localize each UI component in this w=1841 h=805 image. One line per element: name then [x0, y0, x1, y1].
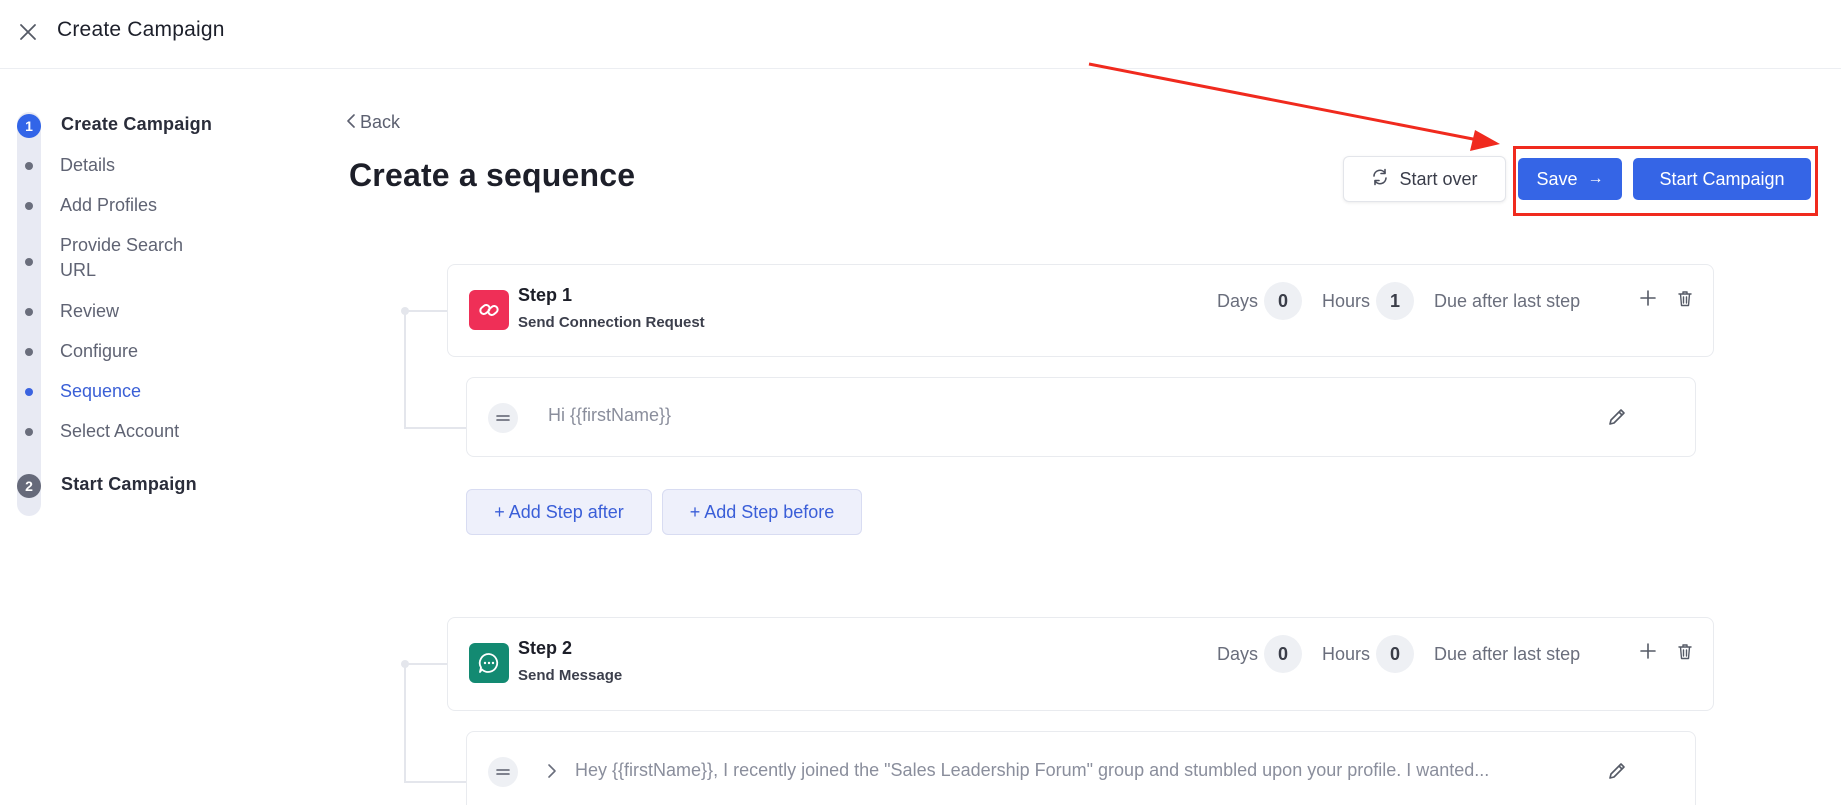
- back-label: Back: [360, 112, 401, 132]
- stepper-dot: [25, 428, 33, 436]
- step-timing: Days 0 Hours 1 Due after last step: [1217, 282, 1580, 320]
- tree-connector: [404, 663, 448, 665]
- message-card-1[interactable]: Hi {{firstName}}: [466, 377, 1696, 457]
- step-title: Step 2: [518, 638, 573, 658]
- stepper-number-1: 1: [17, 114, 41, 138]
- close-icon[interactable]: [14, 18, 42, 46]
- sidebar-item-sequence[interactable]: Sequence: [60, 379, 240, 404]
- days-value[interactable]: 0: [1264, 635, 1303, 673]
- add-step-before-button[interactable]: + Add Step before: [662, 489, 862, 535]
- chevron-left-icon: [346, 112, 356, 133]
- hours-value[interactable]: 0: [1376, 635, 1415, 673]
- tree-connector: [404, 664, 406, 782]
- sidebar-item-add-profiles[interactable]: Add Profiles: [60, 193, 240, 218]
- plus-icon[interactable]: [1635, 638, 1661, 664]
- stepper-number-2: 2: [17, 474, 41, 498]
- plus-icon[interactable]: [1635, 285, 1661, 311]
- step-title: Step 1: [518, 285, 573, 305]
- pencil-icon[interactable]: [1603, 757, 1631, 785]
- hours-label: Hours: [1322, 643, 1371, 664]
- stepper-dot-current: [25, 388, 33, 396]
- link-icon: [469, 290, 509, 330]
- stepper-dot: [25, 202, 33, 210]
- step-action: Send Connection Request: [518, 314, 705, 331]
- add-step-after-button[interactable]: + Add Step after: [466, 489, 652, 535]
- trash-icon[interactable]: [1672, 638, 1698, 664]
- stepper-dot: [25, 348, 33, 356]
- refresh-icon: [1371, 168, 1389, 191]
- hours-label: Hours: [1322, 290, 1371, 311]
- stepper-section-create-campaign: Create Campaign: [61, 114, 213, 134]
- sidebar-item-select-account[interactable]: Select Account: [60, 419, 240, 444]
- top-bar: Create Campaign: [0, 0, 1841, 69]
- due-label: Due after last step: [1434, 643, 1581, 664]
- stepper-dot: [25, 308, 33, 316]
- stepper-dot: [25, 258, 33, 266]
- stepper-dot: [25, 162, 33, 170]
- tree-connector: [404, 310, 448, 312]
- page-title: Create a sequence: [349, 157, 636, 193]
- tree-node: [401, 307, 409, 315]
- pencil-icon[interactable]: [1603, 403, 1631, 431]
- step-action: Send Message: [518, 667, 623, 684]
- annotation-highlight-box: [1513, 146, 1818, 216]
- chevron-right-icon[interactable]: [547, 763, 561, 779]
- drag-handle-icon[interactable]: [488, 403, 518, 433]
- hours-value[interactable]: 1: [1376, 282, 1415, 320]
- trash-icon[interactable]: [1672, 285, 1698, 311]
- step-card-2: Step 2 Send Message Days 0 Hours 0 Due a…: [447, 617, 1714, 711]
- drag-handle-icon[interactable]: [488, 757, 518, 787]
- sidebar-item-provide-search-url[interactable]: Provide Search URL: [60, 233, 210, 283]
- page-header-title: Create Campaign: [57, 18, 225, 41]
- due-label: Due after last step: [1434, 290, 1581, 311]
- start-over-button[interactable]: Start over: [1343, 156, 1506, 202]
- step-card-1: Step 1 Send Connection Request Days 0 Ho…: [447, 264, 1714, 357]
- stepper-section-start-campaign: Start Campaign: [61, 474, 197, 494]
- days-label: Days: [1217, 643, 1259, 664]
- sidebar-item-configure[interactable]: Configure: [60, 339, 240, 364]
- tree-connector: [404, 781, 466, 783]
- sidebar-item-review[interactable]: Review: [60, 299, 240, 324]
- message-preview: Hey {{firstName}}, I recently joined the…: [575, 760, 1490, 780]
- days-label: Days: [1217, 290, 1259, 311]
- tree-connector: [404, 311, 406, 428]
- sidebar-item-details[interactable]: Details: [60, 153, 240, 178]
- tree-connector: [404, 427, 466, 429]
- tree-node: [401, 660, 409, 668]
- step-timing: Days 0 Hours 0 Due after last step: [1217, 635, 1580, 673]
- back-link[interactable]: Back: [346, 112, 400, 133]
- message-card-2[interactable]: Hey {{firstName}}, I recently joined the…: [466, 731, 1696, 805]
- days-value[interactable]: 0: [1264, 282, 1303, 320]
- start-over-label: Start over: [1399, 168, 1478, 189]
- chat-bubble-icon: [469, 643, 509, 683]
- message-preview: Hi {{firstName}}: [548, 405, 672, 425]
